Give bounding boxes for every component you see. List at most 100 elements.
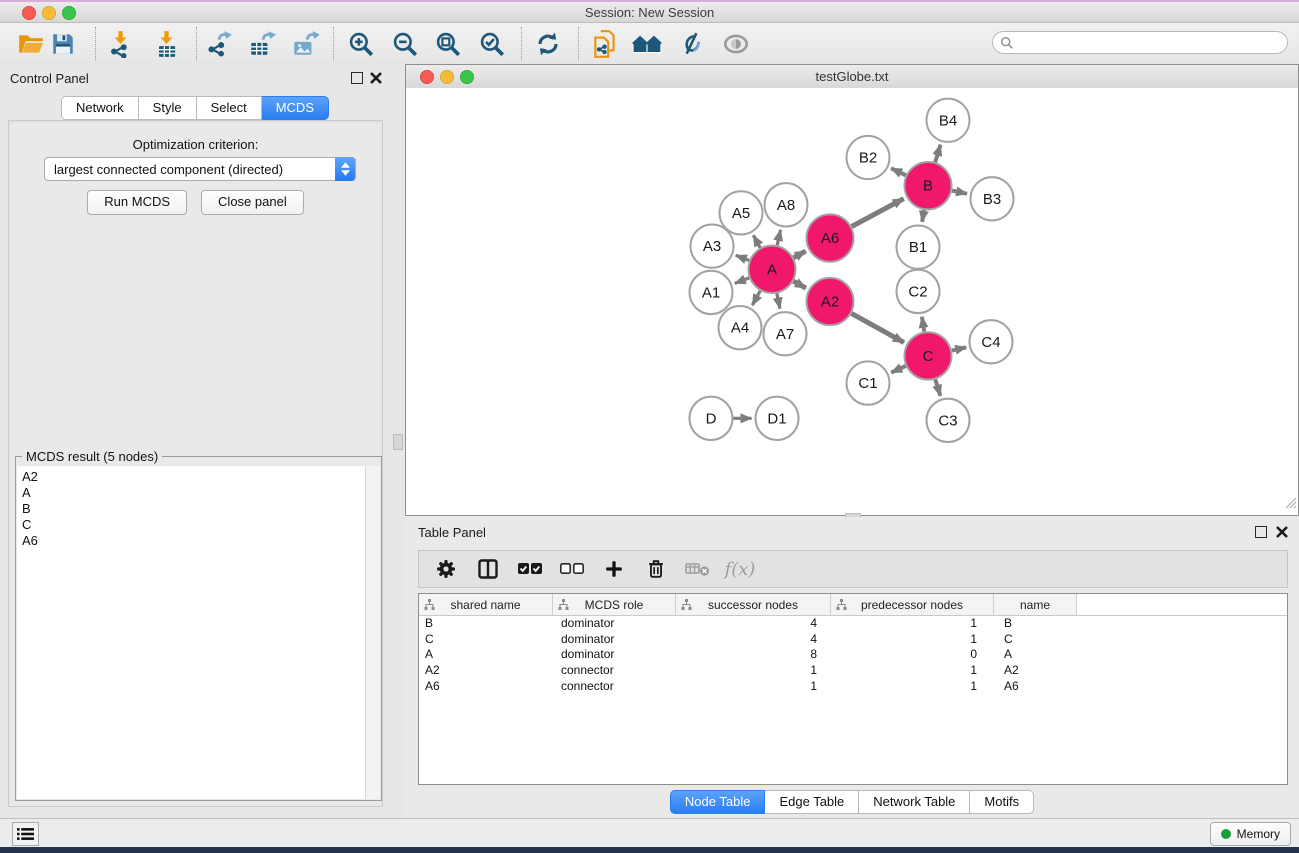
mcds-list-scrollbar[interactable] [365,466,380,799]
column-header-shared-name[interactable]: shared name [419,594,553,615]
export-network-icon[interactable] [201,27,237,61]
graph-edge-A-A2[interactable] [793,281,805,288]
delete-column-trash-icon[interactable] [639,554,673,584]
graph-edge-A2-C[interactable] [851,313,903,342]
graph-node-label-A2: A2 [821,293,839,310]
show-graphics-details-icon[interactable] [718,27,754,61]
column-header-name[interactable]: name [994,594,1077,615]
close-panel-button[interactable]: Close panel [201,190,304,215]
graph-node-label-A3: A3 [703,238,721,255]
tab-select[interactable]: Select [197,96,262,120]
column-header-mcds-role[interactable]: MCDS role [553,594,676,615]
table-settings-gear-icon[interactable] [429,554,463,584]
mcds-result-item[interactable]: A [22,485,366,501]
graph-node-label-A: A [767,261,777,278]
main-toolbar [0,23,1299,65]
graph-node-label-C4: C4 [981,334,1000,351]
table-row-A6[interactable]: A6connector11A6 [419,679,1287,695]
search-box[interactable] [992,31,1288,54]
close-panel-icon[interactable] [370,71,382,83]
tab-network-table[interactable]: Network Table [859,790,970,814]
import-network-icon[interactable] [102,27,138,61]
graph-node-label-B1: B1 [909,239,927,256]
tab-style[interactable]: Style [139,96,197,120]
table-row-A[interactable]: Adominator80A [419,647,1287,663]
graph-edge-B-B1[interactable] [922,210,924,222]
table-cell: 1 [676,679,831,695]
mcds-result-item[interactable]: C [22,517,366,533]
table-row-A2[interactable]: A2connector11A2 [419,663,1287,679]
add-column-icon[interactable] [597,554,631,584]
column-header-predecessor-nodes[interactable]: predecessor nodes [831,594,994,615]
graph-edge-C-C1[interactable] [891,366,905,373]
network-graph[interactable]: B4B2BB3A5A8A6B1A3AC2A1A2A4A7C4CC1DD1C3 [406,88,1298,515]
copy-network-icon[interactable] [587,27,623,61]
mcds-result-item[interactable]: A6 [22,533,366,549]
vertical-splitter[interactable] [390,64,405,818]
tab-network[interactable]: Network [61,96,139,120]
save-session-icon[interactable] [45,27,81,61]
mcds-result-item[interactable]: B [22,501,366,517]
memory-button[interactable]: Memory [1210,822,1291,846]
mcds-result-item[interactable]: A2 [22,469,366,485]
zoom-fit-icon[interactable] [430,27,466,61]
graph-edge-A-A5[interactable] [753,235,760,247]
graph-edge-A-A3[interactable] [736,255,749,260]
graph-edge-C-C4[interactable] [952,347,966,350]
task-history-button[interactable] [12,822,39,846]
graph-edge-B-B2[interactable] [891,168,906,175]
home-layout-icon[interactable] [629,27,665,61]
tab-node-table[interactable]: Node Table [670,790,766,814]
refresh-icon[interactable] [530,27,566,61]
column-header-successor-nodes[interactable]: successor nodes [676,594,831,615]
graph-edge-C-C2[interactable] [922,317,924,332]
table-row-C[interactable]: Cdominator41C [419,632,1287,648]
show-columns-icon[interactable] [471,554,505,584]
toolbar-separator [521,27,522,61]
optimization-criterion-label: Optimization criterion: [9,137,382,152]
mcds-result-list[interactable]: A2ABCA6 [17,466,366,799]
network-canvas[interactable]: B4B2BB3A5A8A6B1A3AC2A1A2A4A7C4CC1DD1C3 [406,88,1298,515]
zoom-out-icon[interactable] [387,27,423,61]
memory-label: Memory [1237,827,1280,841]
table-cell: C [419,632,553,648]
toolbar-separator [578,27,579,61]
graph-edge-A6-B[interactable] [852,199,904,227]
table-float-panel-icon[interactable] [1255,526,1267,538]
float-panel-icon[interactable] [351,72,363,84]
tab-mcds[interactable]: MCDS [262,96,329,120]
deselect-all-icon[interactable] [555,554,589,584]
table-close-panel-icon[interactable] [1276,525,1288,537]
graph-node-label-A5: A5 [732,205,750,222]
select-all-icon[interactable] [513,554,547,584]
export-image-icon[interactable] [287,27,323,61]
graph-edge-B-B3[interactable] [952,191,967,194]
splitter-handle[interactable] [393,434,403,450]
graph-edge-A-A8[interactable] [777,230,780,245]
hide-labels-icon[interactable] [673,27,709,61]
zoom-in-icon[interactable] [343,27,379,61]
open-file-icon[interactable] [13,27,49,61]
graph-node-label-C3: C3 [938,412,957,429]
run-mcds-button[interactable]: Run MCDS [87,190,187,215]
graph-edge-A-A1[interactable] [735,278,749,283]
graph-edge-A-A4[interactable] [752,291,760,305]
graph-edge-C-C3[interactable] [935,379,940,395]
tab-edge-table[interactable]: Edge Table [765,790,859,814]
import-table-icon[interactable] [148,27,184,61]
network-window-title: testGlobe.txt [406,69,1298,84]
table-row-B[interactable]: Bdominator41B [419,616,1287,632]
zoom-selected-icon[interactable] [474,27,510,61]
table-cell: dominator [553,632,676,648]
export-table-icon[interactable] [244,27,280,61]
table-cell: 1 [831,616,994,632]
graph-edge-A-A6[interactable] [794,251,806,258]
graph-edge-B-B4[interactable] [935,145,940,162]
table-cell: 1 [831,632,994,648]
search-input[interactable] [1014,34,1287,51]
criterion-dropdown[interactable]: largest connected component (directed) [44,157,356,181]
resize-grip-icon[interactable] [1284,496,1297,514]
graph-edge-A-A7[interactable] [777,293,780,308]
tab-motifs[interactable]: Motifs [970,790,1034,814]
function-builder-icon-disabled: f(x) [723,554,757,584]
